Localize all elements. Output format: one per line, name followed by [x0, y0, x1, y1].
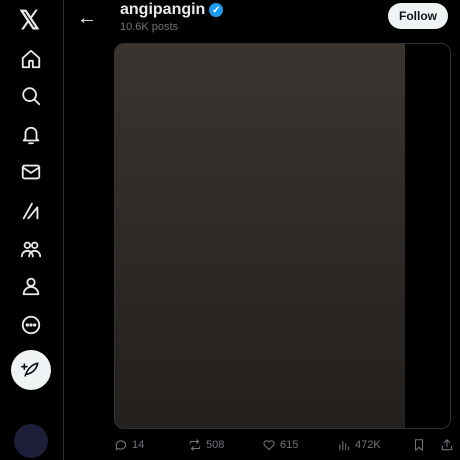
repost-button[interactable]: 508: [188, 438, 224, 452]
views-button[interactable]: 472K: [337, 438, 381, 452]
bell-icon[interactable]: [17, 121, 45, 149]
reply-button[interactable]: 14: [114, 438, 144, 452]
more-icon[interactable]: [17, 311, 45, 339]
profile-icon[interactable]: [17, 272, 45, 300]
verified-badge-icon: ✓: [209, 3, 224, 17]
repost-icon: [189, 439, 201, 451]
heart-icon: [263, 440, 275, 451]
share-button[interactable]: [440, 438, 454, 452]
profile-name-label: angipangin: [120, 1, 206, 18]
like-count: 615: [280, 439, 299, 451]
bookmark-icon: [414, 439, 424, 451]
follow-button[interactable]: Follow: [388, 3, 448, 29]
feather-plus-icon: [21, 362, 39, 377]
view-count: 472K: [355, 439, 381, 451]
profile-header: ← angipangin ✓ 10.6K posts Follow: [65, 0, 460, 40]
profile-name[interactable]: angipangin ✓: [120, 1, 224, 19]
reply-count: 14: [132, 439, 145, 451]
share-icon: [441, 439, 453, 451]
media-side-panel: [405, 44, 450, 428]
mail-icon[interactable]: [17, 158, 45, 186]
repost-count: 508: [206, 439, 225, 451]
reply-icon: [115, 440, 127, 451]
search-icon[interactable]: [17, 82, 45, 110]
grok-icon[interactable]: [17, 197, 45, 225]
sidebar: 𝕏: [0, 0, 64, 460]
back-arrow-icon[interactable]: ←: [77, 7, 97, 30]
compose-button[interactable]: [11, 350, 51, 390]
views-icon: [339, 440, 350, 451]
post-actions: 14 508 615 472K: [112, 434, 457, 458]
post-media[interactable]: [114, 43, 451, 429]
communities-icon[interactable]: [17, 235, 45, 263]
x-logo[interactable]: 𝕏: [19, 5, 40, 36]
media-placeholder: [115, 44, 405, 428]
home-icon[interactable]: [17, 45, 45, 73]
post-count: 10.6K posts: [120, 21, 179, 33]
avatar[interactable]: [14, 424, 48, 458]
bookmark-button[interactable]: [412, 438, 426, 452]
like-button[interactable]: 615: [262, 438, 298, 452]
